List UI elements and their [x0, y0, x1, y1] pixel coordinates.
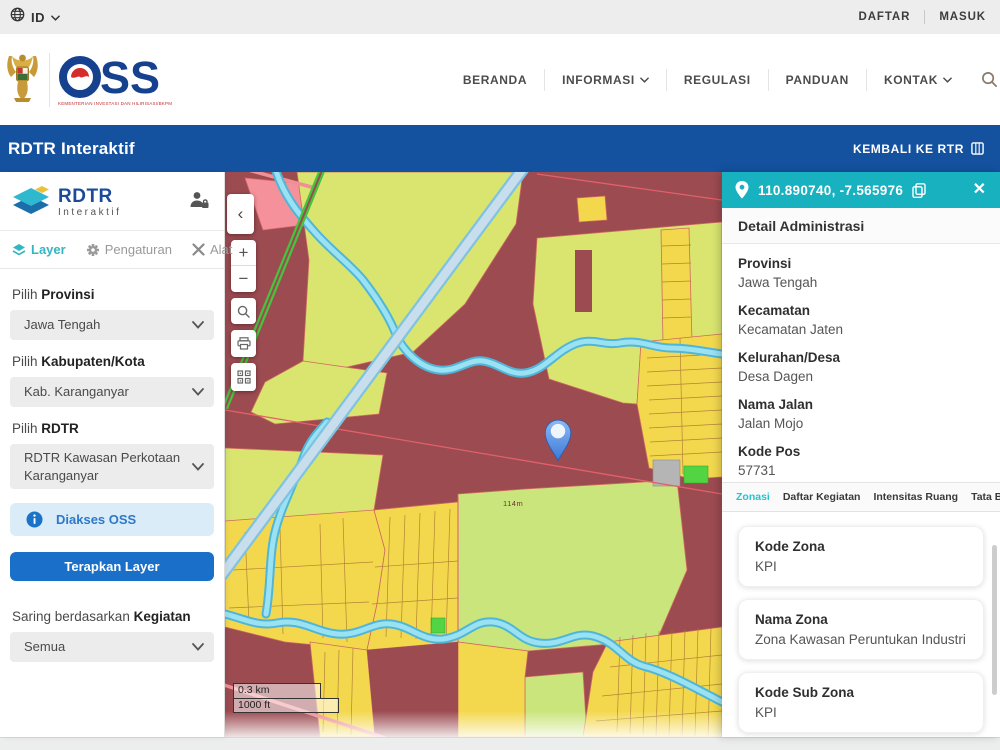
map-print-button[interactable]: [231, 330, 256, 357]
map-search-button[interactable]: [231, 298, 256, 324]
layer-sidebar: RDTR Interaktif Layer Pengaturan Alat Pi…: [0, 172, 225, 737]
regency-select[interactable]: Kab. Karanganyar: [10, 377, 214, 407]
zoning-map[interactable]: 114m ‹ + − 0.3 km 1000 ft: [225, 172, 722, 737]
kegiatan-select[interactable]: Semua: [10, 632, 214, 662]
province-label: Pilih Provinsi: [12, 287, 214, 302]
tab-intensitas-ruang[interactable]: Intensitas Ruang: [873, 491, 958, 503]
close-icon[interactable]: ✕: [973, 182, 986, 198]
panel-scrollbar[interactable]: [992, 545, 997, 695]
nav-informasi[interactable]: INFORMASI: [545, 69, 667, 91]
sidebar-collapse-button[interactable]: ‹: [227, 194, 254, 234]
svg-text:SS: SS: [100, 54, 160, 100]
rdtr-select[interactable]: RDTR Kawasan Perkotaan Karanganyar: [10, 444, 214, 489]
coordinate-bar: 110.890740, -7.565976 ✕: [722, 172, 1000, 208]
chevron-down-icon: [943, 77, 952, 83]
rdtr-interaktif-page: ID DAFTAR MASUK: [0, 0, 1000, 750]
zoom-out-button[interactable]: −: [231, 266, 256, 292]
top-utility-bar: ID DAFTAR MASUK: [0, 0, 1000, 34]
map-elevation-label: 114m: [503, 499, 523, 508]
rdtr-label: Pilih RDTR: [12, 421, 214, 436]
page-subheader: RDTR Interaktif KEMBALI KE RTR: [0, 125, 1000, 172]
basemap-grid-icon: [237, 370, 251, 384]
rdtr-logo-icon: [12, 186, 50, 218]
zoning-tabs: Zonasi Daftar Kegiatan Intensitas Ruang …: [722, 482, 1000, 512]
chevron-down-icon: [192, 321, 204, 329]
printer-icon: [237, 337, 251, 350]
sidebar-tabs: Layer Pengaturan Alat: [0, 231, 224, 269]
chevron-down-icon: [192, 463, 204, 471]
tab-layer[interactable]: Layer: [12, 242, 66, 257]
tools-icon: [192, 243, 205, 256]
zone-cards: Kode Zona KPI Nama Zona Zona Kawasan Per…: [722, 512, 1000, 737]
chevron-down-icon: [192, 388, 204, 396]
field-kode-pos: Kode Pos 57731: [738, 444, 984, 478]
administrative-fields: Provinsi Jawa Tengah Kecamatan Kecamatan…: [722, 244, 1000, 478]
layers-icon: [12, 243, 26, 257]
tab-alat[interactable]: Alat: [192, 242, 232, 257]
scale-ft: 1000 ft: [233, 698, 339, 713]
nav-beranda[interactable]: BERANDA: [446, 69, 545, 91]
chevron-down-icon: [640, 77, 649, 83]
logo-divider: [49, 53, 50, 107]
map-scale-bar: 0.3 km 1000 ft: [233, 683, 339, 713]
sidebar-brand-subtitle: Interaktif: [58, 208, 121, 218]
nav-panduan[interactable]: PANDUAN: [769, 69, 867, 91]
register-link[interactable]: DAFTAR: [859, 11, 911, 23]
search-icon[interactable]: [969, 67, 998, 92]
oss-logotype: SS: [58, 54, 176, 100]
diakses-oss-button[interactable]: Diakses OSS: [10, 503, 214, 536]
zoom-in-button[interactable]: +: [231, 240, 256, 266]
language-label: ID: [31, 10, 45, 25]
main-nav: BERANDA INFORMASI REGULASI PANDUAN KONTA…: [446, 67, 1000, 92]
detail-administrasi-header: Detail Administrasi: [722, 208, 1000, 244]
field-nama-jalan: Nama Jalan Jalan Mojo: [738, 397, 984, 431]
sidebar-brand-title: RDTR: [58, 187, 121, 206]
terapkan-layer-button[interactable]: Terapkan Layer: [10, 552, 214, 581]
detail-panel: 110.890740, -7.565976 ✕ Detail Administr…: [722, 172, 1000, 737]
field-kelurahan-desa: Kelurahan/Desa Desa Dagen: [738, 350, 984, 384]
back-to-rtr-link[interactable]: KEMBALI KE RTR: [853, 142, 984, 156]
tab-zonasi[interactable]: Zonasi: [736, 491, 770, 503]
sidebar-brand: RDTR Interaktif: [0, 172, 224, 231]
info-icon: [26, 511, 43, 528]
basemap-grid-button[interactable]: [231, 363, 256, 391]
garuda-emblem: [4, 50, 41, 109]
scale-km: 0.3 km: [233, 683, 321, 698]
search-icon: [237, 305, 250, 318]
card-kode-sub-zona: Kode Sub Zona KPI: [738, 672, 984, 733]
tab-tata-bangunan[interactable]: Tata Bangunan: [971, 491, 1000, 503]
card-kode-zona: Kode Zona KPI: [738, 526, 984, 587]
field-kecamatan: Kecamatan Kecamatan Jaten: [738, 303, 984, 337]
copy-icon[interactable]: [912, 183, 926, 198]
coordinates-value: 110.890740, -7.565976: [758, 183, 903, 198]
chevron-down-icon: [192, 643, 204, 651]
oss-logo-caption: KEMENTERIAN INVESTASI DAN HILIRISASI/BKP…: [58, 101, 176, 106]
topbar-separator: [924, 10, 925, 24]
zoom-control: + −: [231, 240, 256, 292]
filter-kegiatan-label: Saring berdasarkan Kegiatan: [12, 609, 214, 624]
tab-pengaturan[interactable]: Pengaturan: [86, 242, 172, 257]
footer-strip: [0, 737, 1000, 750]
tab-daftar-kegiatan[interactable]: Daftar Kegiatan: [783, 491, 861, 503]
map-book-icon: [971, 142, 984, 155]
regency-label: Pilih Kabupaten/Kota: [12, 354, 214, 369]
language-selector[interactable]: ID: [10, 7, 60, 27]
globe-icon: [10, 7, 25, 27]
zoning-basemap: [225, 172, 722, 737]
location-pin-icon: [735, 181, 749, 199]
province-select[interactable]: Jawa Tengah: [10, 310, 214, 340]
page-title: RDTR Interaktif: [8, 139, 135, 159]
field-provinsi: Provinsi Jawa Tengah: [738, 256, 984, 290]
nav-kontak[interactable]: KONTAK: [867, 69, 969, 91]
gear-icon: [86, 243, 100, 257]
user-lock-icon[interactable]: [188, 190, 210, 215]
oss-logo[interactable]: SS KEMENTERIAN INVESTASI DAN HILIRISASI/…: [0, 50, 176, 109]
login-link[interactable]: MASUK: [939, 11, 986, 23]
main-header: SS KEMENTERIAN INVESTASI DAN HILIRISASI/…: [0, 34, 1000, 125]
nav-regulasi[interactable]: REGULASI: [667, 69, 769, 91]
chevron-down-icon: [51, 8, 60, 26]
card-nama-zona: Nama Zona Zona Kawasan Peruntukan Indust…: [738, 599, 984, 660]
